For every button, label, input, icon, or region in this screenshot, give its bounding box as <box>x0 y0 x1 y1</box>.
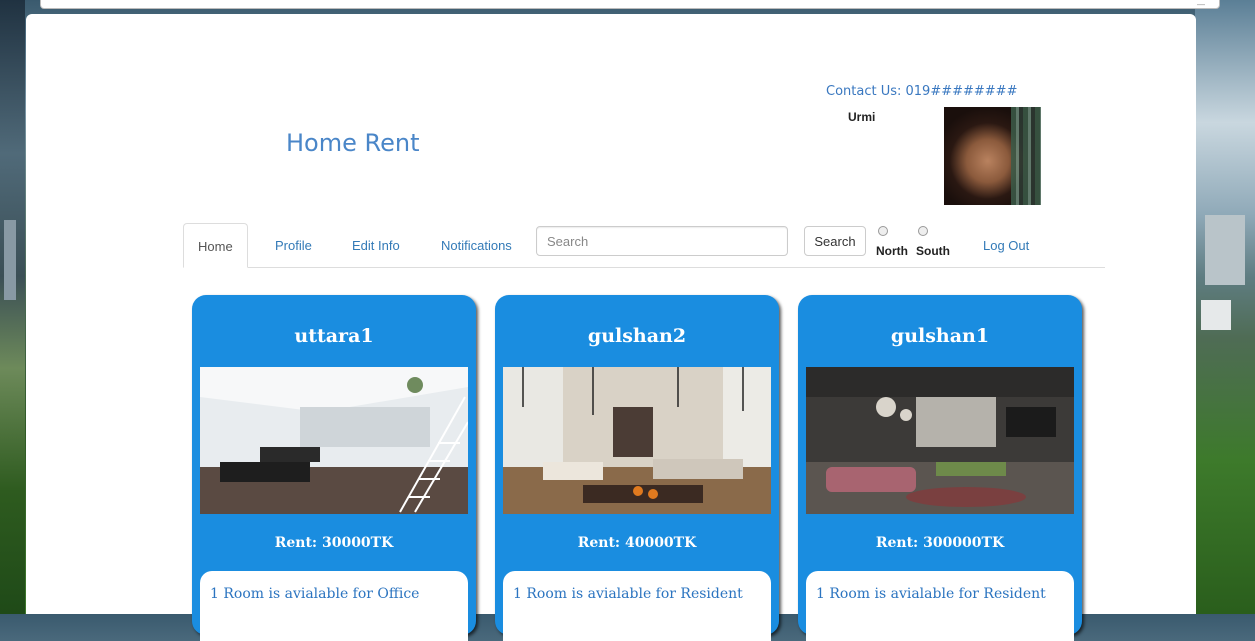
search-button[interactable]: Search <box>804 226 866 256</box>
main-nav: Home Profile Edit Info Notifications Sea… <box>183 223 1105 268</box>
background-city-left <box>0 0 25 614</box>
tab-edit-info[interactable]: Edit Info <box>338 223 414 266</box>
listing-title[interactable]: gulshan2 <box>495 325 779 347</box>
listing-description: 1 Room is avialable for Resident <box>806 571 1074 641</box>
minimize-icon[interactable]: — <box>1197 0 1207 9</box>
contact-info: Contact Us: 019######## <box>826 84 1018 99</box>
browser-address-bar[interactable]: — <box>40 0 1220 9</box>
page-container: Contact Us: 019######## Home Rent Urmi H… <box>26 14 1196 641</box>
listing-card[interactable]: gulshan1 Rent: 300000TK 1 Room is aviala… <box>798 295 1082 641</box>
logout-link[interactable]: Log Out <box>969 223 1043 266</box>
search-input[interactable] <box>536 226 788 256</box>
listing-rent: Rent: 30000TK <box>274 535 394 551</box>
listing-card[interactable]: uttara1 Rent: 30000TK 1 Room is avialabl… <box>192 295 476 641</box>
radio-north-label: North <box>876 244 908 258</box>
listing-description: 1 Room is avialable for Resident <box>503 571 771 641</box>
listing-image[interactable] <box>503 367 771 514</box>
avatar[interactable] <box>944 107 1041 205</box>
tab-notifications[interactable]: Notifications <box>427 223 526 266</box>
listing-description: 1 Room is avialable for Office <box>200 571 468 641</box>
listing-image[interactable] <box>806 367 1074 514</box>
listing-card[interactable]: gulshan2 Rent: 40000TK 1 Room is avialab… <box>495 295 779 641</box>
radio-south-label: South <box>916 244 950 258</box>
avatar-background <box>1011 107 1041 205</box>
listing-rent: Rent: 300000TK <box>875 535 1005 551</box>
radio-north[interactable] <box>878 226 888 236</box>
tab-profile[interactable]: Profile <box>261 223 326 266</box>
listing-title[interactable]: gulshan1 <box>798 325 1082 347</box>
background-city-right <box>1195 0 1255 614</box>
user-name: Urmi <box>848 110 876 124</box>
radio-south[interactable] <box>918 226 928 236</box>
site-title[interactable]: Home Rent <box>286 129 420 157</box>
listing-image[interactable] <box>200 367 468 514</box>
tab-home[interactable]: Home <box>183 223 248 268</box>
listing-title[interactable]: uttara1 <box>192 325 476 347</box>
listing-rent: Rent: 40000TK <box>577 535 697 551</box>
